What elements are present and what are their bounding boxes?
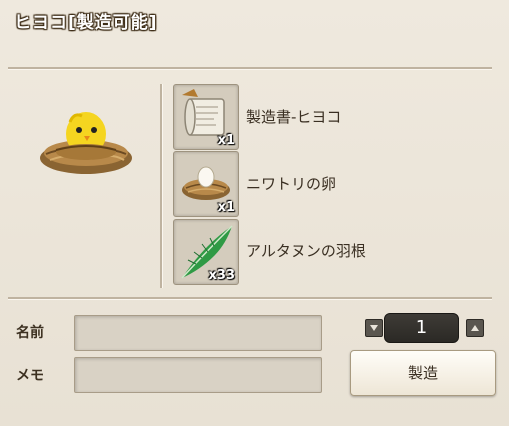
name-input[interactable] (74, 315, 322, 351)
chevron-up-icon (471, 325, 479, 331)
vertical-divider (160, 84, 163, 288)
chevron-down-icon (370, 325, 378, 331)
name-label: 名前 (16, 325, 44, 341)
material-slot-feather[interactable]: x33 (173, 219, 239, 285)
chick-in-nest-icon (36, 106, 136, 176)
material-qty: x33 (208, 268, 235, 283)
material-name: ニワトリの卵 (246, 175, 337, 193)
top-divider (8, 67, 492, 70)
material-name: 製造書-ヒヨコ (246, 108, 342, 126)
window-title: ヒヨコ[製造可能] (14, 13, 158, 33)
crafting-window: ヒヨコ[製造可能] x1 製造書-ヒヨコ x1 ニワトリの卵 x33 アルタヌン… (0, 0, 509, 426)
quantity-value: 1 (384, 313, 459, 343)
material-slot-egg[interactable]: x1 (173, 151, 239, 217)
bottom-divider (8, 297, 492, 300)
material-qty: x1 (217, 200, 235, 215)
increase-button[interactable] (466, 319, 484, 337)
memo-input[interactable] (74, 357, 322, 393)
memo-label: メモ (16, 368, 44, 384)
material-slot-scroll[interactable]: x1 (173, 84, 239, 150)
material-qty: x1 (217, 133, 235, 148)
decrease-button[interactable] (365, 319, 383, 337)
make-button[interactable]: 製造 (350, 350, 496, 396)
material-name: アルタヌンの羽根 (246, 242, 366, 260)
